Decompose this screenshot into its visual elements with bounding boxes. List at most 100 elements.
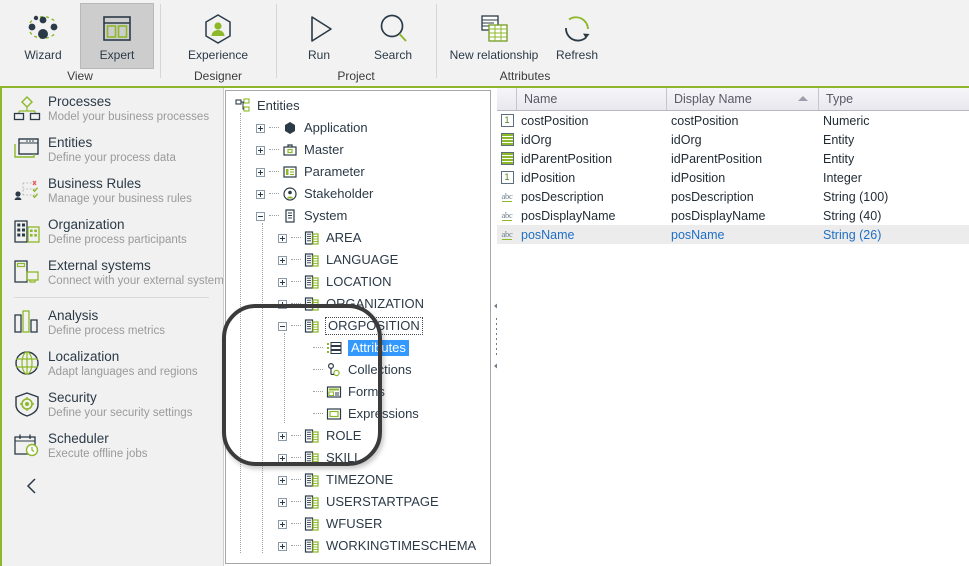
attributes-icon xyxy=(325,339,343,357)
expand-node-icon[interactable] xyxy=(256,189,265,199)
tree-node-label: WFUSER xyxy=(326,516,383,531)
tree-guideline-2 xyxy=(284,333,286,423)
tree-guideline-1 xyxy=(262,223,264,553)
table-row[interactable]: 1 idPosition idPosition Integer xyxy=(497,168,969,187)
entity-icon xyxy=(303,295,321,313)
run-button[interactable]: Run xyxy=(282,3,356,69)
refresh-button-label: Refresh xyxy=(555,48,599,62)
sidebar-item-external-systems[interactable]: External systems Connect with your exter… xyxy=(2,252,223,293)
expand-node-icon[interactable] xyxy=(278,541,287,551)
new-relationship-button[interactable]: New relationship xyxy=(442,3,546,69)
expand-node-icon[interactable] xyxy=(278,497,287,507)
tree-node-label: AREA xyxy=(326,230,362,245)
cell-type: Numeric xyxy=(823,113,870,128)
expand-node-icon[interactable] xyxy=(278,233,287,243)
left-accent-bar xyxy=(0,88,2,566)
security-icon xyxy=(12,389,42,419)
sidebar-item-localization[interactable]: Localization Adapt languages and regions xyxy=(2,343,223,384)
tree-node-label: SKILL xyxy=(326,450,362,465)
expand-node-icon[interactable] xyxy=(256,145,265,155)
sidebar-item-processes[interactable]: Processes Model your business processes xyxy=(2,88,223,129)
grid-header-display_name[interactable]: Display Name xyxy=(667,88,819,110)
sidebar-item-external-systems-subtitle: Connect with your external systems xyxy=(48,275,224,287)
tree-connector xyxy=(291,281,301,283)
tree-node-userstartpage[interactable]: USERSTARTPAGE xyxy=(226,491,490,513)
tree-node-area[interactable]: AREA xyxy=(226,227,490,249)
tree-node-attributes[interactable]: Attributes xyxy=(226,337,490,359)
tree-node-stakeholder[interactable]: Stakeholder xyxy=(226,183,490,205)
tree-node-expressions[interactable]: Expressions xyxy=(226,403,490,425)
tree-node-forms[interactable]: Forms xyxy=(226,381,490,403)
grid-header-type[interactable]: Type xyxy=(819,88,969,110)
sidebar-item-business-rules[interactable]: Business Rules Manage your business rule… xyxy=(2,170,223,211)
tree-connector xyxy=(291,237,301,239)
grid-header-row: Name Display Name Type xyxy=(497,88,969,111)
wizard-button[interactable]: Wizard xyxy=(6,3,80,69)
expand-node-icon[interactable] xyxy=(278,475,287,485)
tree-node-role[interactable]: ROLE xyxy=(226,425,490,447)
grid-header-name[interactable]: Name xyxy=(517,88,667,110)
run-icon xyxy=(301,9,337,49)
tree-node-orgposition[interactable]: ORGPOSITION xyxy=(226,315,490,337)
sort-ascending-icon[interactable] xyxy=(798,96,808,101)
sidebar-item-organization[interactable]: Organization Define process participants xyxy=(2,211,223,252)
table-row[interactable]: idParentPosition idParentPosition Entity xyxy=(497,149,969,168)
expert-button[interactable]: Expert xyxy=(80,3,154,69)
sidebar-collapse-button[interactable] xyxy=(2,466,223,499)
table-row[interactable]: 1 costPosition costPosition Numeric xyxy=(497,111,969,130)
organization-icon xyxy=(12,216,42,246)
tree-connector xyxy=(313,413,323,415)
expand-node-icon[interactable] xyxy=(278,431,287,441)
experience-button[interactable]: Experience xyxy=(166,3,270,69)
tree-node-system[interactable]: System xyxy=(226,205,490,227)
master-icon xyxy=(281,141,299,159)
cell-name: posName xyxy=(521,227,575,242)
ribbon-group-view-label: View xyxy=(67,69,93,83)
sidebar-item-security[interactable]: Security Define your security settings xyxy=(2,384,223,425)
grid-header-icon[interactable] xyxy=(497,88,517,110)
cell-display-name: posDisplayName xyxy=(671,208,766,223)
search-button[interactable]: Search xyxy=(356,3,430,69)
tree-root-entities[interactable]: Entities xyxy=(226,95,490,117)
sidebar-item-entities[interactable]: Entities Define your process data xyxy=(2,129,223,170)
table-row[interactable]: abc posName posName String (26) xyxy=(497,225,969,244)
search-button-label: Search xyxy=(373,48,413,62)
cell-display-name: costPosition xyxy=(671,113,739,128)
tree-node-collections[interactable]: Collections xyxy=(226,359,490,381)
tree-node-timezone[interactable]: TIMEZONE xyxy=(226,469,490,491)
expand-node-icon[interactable] xyxy=(278,519,287,529)
table-row[interactable]: abc posDescription posDescription String (1… xyxy=(497,187,969,206)
tree-node-parameter[interactable]: Parameter xyxy=(226,161,490,183)
sidebar-item-entities-subtitle: Define your process data xyxy=(48,152,176,164)
sidebar-item-security-subtitle: Define your security settings xyxy=(48,407,193,419)
expand-node-icon[interactable] xyxy=(278,453,287,463)
expand-node-icon[interactable] xyxy=(278,299,287,309)
sidebar-item-analysis[interactable]: Analysis Define process metrics xyxy=(2,302,223,343)
tree-connector xyxy=(269,215,279,217)
tree-node-organization[interactable]: ORGANIZATION xyxy=(226,293,490,315)
table-row[interactable]: idOrg idOrg Entity xyxy=(497,130,969,149)
tree-node-skill[interactable]: SKILL xyxy=(226,447,490,469)
tree-connector xyxy=(291,325,301,327)
tree-connector xyxy=(313,347,323,349)
tree-node-application[interactable]: Application xyxy=(226,117,490,139)
collapse-node-icon[interactable] xyxy=(256,211,265,221)
tree-connector xyxy=(291,259,301,261)
entities-tree-panel[interactable]: Entities Application Master Parameter Stakeh… xyxy=(225,90,491,564)
sidebar-item-scheduler[interactable]: Scheduler Execute offline jobs xyxy=(2,425,223,466)
expand-node-icon[interactable] xyxy=(256,123,265,133)
expand-node-icon[interactable] xyxy=(256,167,265,177)
refresh-button[interactable]: Refresh xyxy=(546,3,608,69)
sidebar-item-business-rules-title: Business Rules xyxy=(48,176,142,191)
collapse-node-icon[interactable] xyxy=(278,321,287,331)
cell-type: String (100) xyxy=(823,189,889,204)
expand-node-icon[interactable] xyxy=(278,255,287,265)
tree-node-workingtimeschema[interactable]: WORKINGTIMESCHEMA xyxy=(226,535,490,557)
expand-node-icon[interactable] xyxy=(278,277,287,287)
tree-node-wfuser[interactable]: WFUSER xyxy=(226,513,490,535)
tree-node-master[interactable]: Master xyxy=(226,139,490,161)
table-row[interactable]: abc posDisplayName posDisplayName String (4… xyxy=(497,206,969,225)
tree-node-language[interactable]: LANGUAGE xyxy=(226,249,490,271)
tree-node-label: Application xyxy=(304,120,368,135)
tree-node-location[interactable]: LOCATION xyxy=(226,271,490,293)
